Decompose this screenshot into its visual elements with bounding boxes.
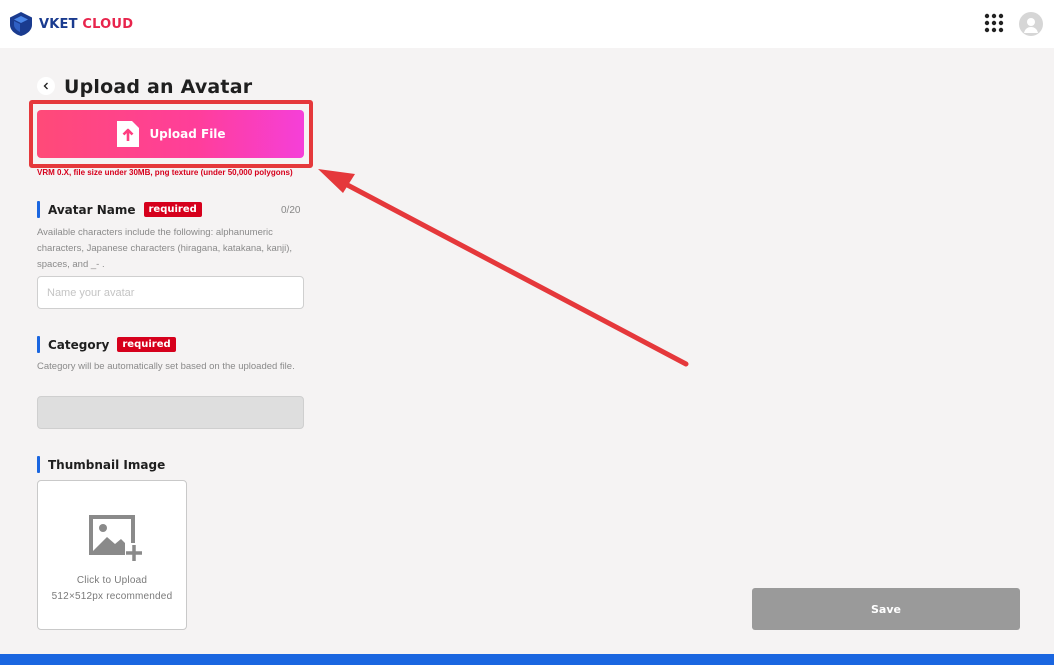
vket-logo-icon [10, 12, 32, 36]
logo-text-vket: VKET [39, 16, 78, 32]
section-accent-bar [37, 336, 40, 353]
logo-text: VKET CLOUD [39, 17, 133, 32]
category-help: Category will be automatically set based… [37, 361, 295, 372]
avatar-name-label: Avatar Name [48, 202, 136, 217]
page-title: Upload an Avatar [64, 76, 253, 98]
avatar-name-header: Avatar Name required [37, 201, 202, 218]
thumbnail-label: Thumbnail Image [48, 457, 166, 472]
user-avatar-icon[interactable] [1019, 12, 1043, 36]
user-silhouette-icon [1024, 18, 1038, 33]
thumbnail-header: Thumbnail Image [37, 456, 165, 473]
thumbnail-upload-area[interactable]: Click to Upload 512×512px recommended [37, 480, 187, 630]
vket-cloud-logo[interactable]: VKET CLOUD [8, 11, 133, 37]
save-button[interactable]: Save [752, 588, 1020, 630]
section-accent-bar [37, 201, 40, 218]
logo-text-cloud: CLOUD [82, 16, 134, 32]
avatar-name-input[interactable] [37, 276, 304, 309]
category-header: Category required [37, 336, 176, 353]
thumbnail-recommend-text: 512×512px recommended [51, 591, 173, 602]
upload-file-icon [117, 121, 140, 147]
category-label: Category [48, 337, 110, 352]
avatar-name-help: Available characters include the followi… [37, 227, 293, 270]
required-badge: required [143, 202, 202, 217]
file-requirements-note: VRM 0.X, file size under 30MB, png textu… [37, 168, 293, 177]
click-to-upload-text: Click to Upload [76, 575, 148, 586]
add-image-icon [89, 515, 143, 561]
chevron-left-icon [43, 82, 48, 90]
upload-file-label: Upload File [149, 127, 226, 141]
grid-apps-icon[interactable] [984, 13, 1004, 33]
category-field-disabled [37, 396, 304, 429]
back-button[interactable] [37, 77, 55, 95]
upload-file-button[interactable]: Upload File [37, 110, 304, 158]
bottom-bar [0, 654, 1054, 665]
section-accent-bar [37, 456, 40, 473]
required-badge: required [117, 337, 176, 352]
top-bar: VKET CLOUD [0, 0, 1054, 48]
char-counter: 0/20 [281, 205, 301, 216]
